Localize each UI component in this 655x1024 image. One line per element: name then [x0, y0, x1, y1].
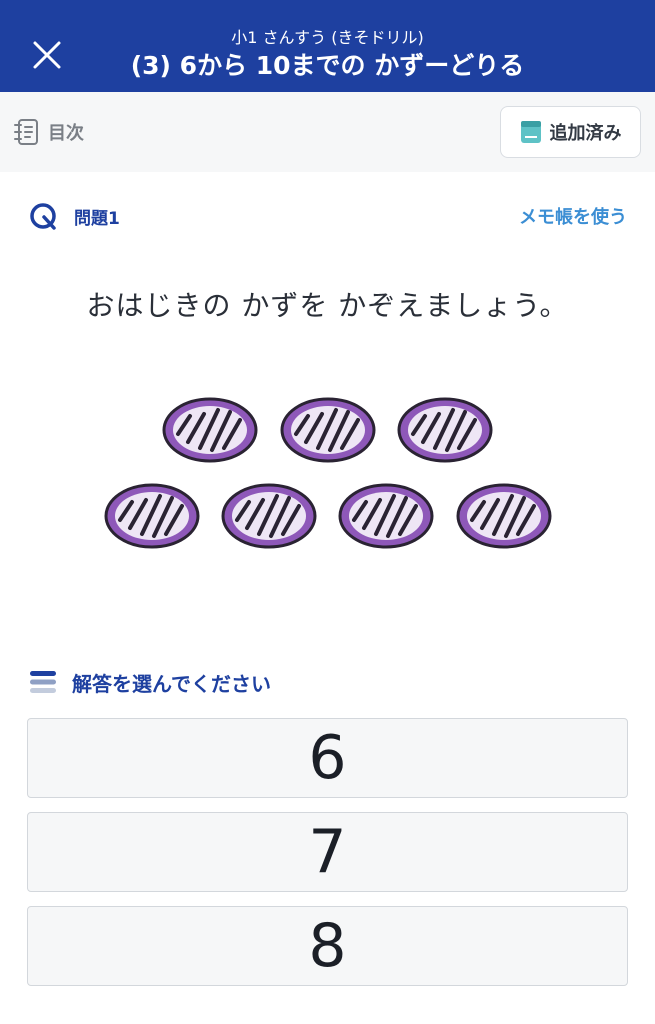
question-number: 問題1 [74, 208, 120, 229]
answer-heading: 解答を選んでください [28, 664, 271, 700]
header-title: (3) 6から 10までの かずーどりる [130, 51, 525, 80]
toolbar: 目次 追加済み [0, 92, 655, 172]
answer-heading-text: 解答を選んでください [72, 671, 271, 696]
marble-4 [104, 483, 200, 549]
marble-6 [338, 483, 434, 549]
app-header: 小1 さんすう (きそドリル) (3) 6から 10までの かずーどりる [0, 0, 655, 92]
added-label: 追加済み [549, 123, 622, 144]
question-header: 問題1 メモ帳を使う [28, 198, 627, 234]
list-icon [30, 671, 56, 693]
answer-choice-6[interactable]: 6 [27, 718, 628, 798]
answer-choice-7[interactable]: 7 [27, 812, 628, 892]
book-icon [520, 121, 541, 143]
marble-5 [221, 483, 317, 549]
notebook-icon [14, 119, 38, 145]
question-text: おはじきの かずを かぞえましょう。 [86, 289, 569, 322]
marble-1 [162, 397, 258, 463]
added-button[interactable]: 追加済み [500, 106, 641, 158]
marbles-illustration [104, 397, 552, 549]
marble-2 [280, 397, 376, 463]
toc-label: 目次 [48, 123, 84, 144]
marble-7 [456, 483, 552, 549]
question-icon [30, 203, 56, 230]
toc-button[interactable]: 目次 [14, 116, 84, 148]
memo-link[interactable]: メモ帳を使う [519, 203, 627, 229]
header-subtitle: 小1 さんすう (きそドリル) [231, 28, 424, 47]
answer-choice-8[interactable]: 8 [27, 906, 628, 986]
marble-3 [397, 397, 493, 463]
